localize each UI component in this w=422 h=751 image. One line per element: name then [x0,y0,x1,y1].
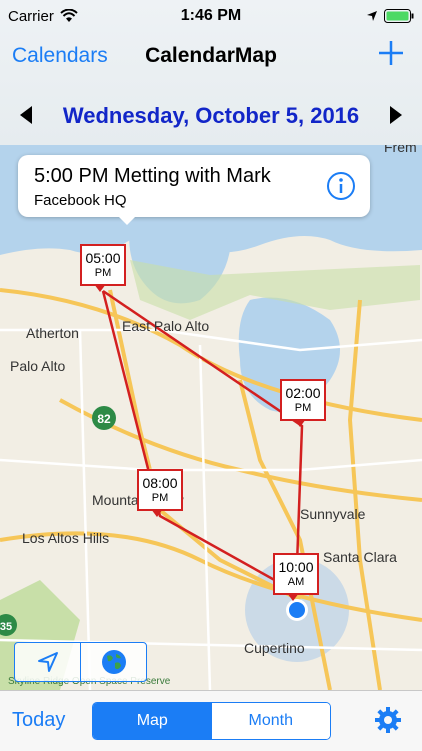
pin-ampm: PM [94,267,112,279]
today-button[interactable]: Today [12,709,65,732]
route-35-label: 35 [0,621,12,633]
view-segmented-control: Map Month [92,702,331,740]
segment-month[interactable]: Month [211,703,330,739]
locate-button[interactable] [15,643,80,681]
segment-map[interactable]: Map [93,703,212,739]
map-label-los-altos-hills: Los Altos Hills [22,530,109,546]
event-callout[interactable]: 5:00 PM Metting with Mark Facebook HQ [18,155,370,225]
navigation-arrow-icon [37,652,58,672]
map-label-santa-clara: Santa Clara [323,549,397,565]
map-controls [14,642,147,682]
current-location-marker [286,599,308,621]
event-pin[interactable]: 05:00 PM [80,244,126,292]
event-pin[interactable]: 08:00 PM [137,469,183,517]
pin-ampm: PM [151,492,169,504]
map-label-cupertino: Cupertino [244,640,305,656]
pin-time: 10:00 [278,559,314,575]
route-82-shield: 82 [92,406,116,430]
calendars-button[interactable]: Calendars [12,44,108,68]
map-label-sunnyvale: Sunnyvale [300,506,366,522]
pin-ampm: AM [287,576,305,588]
bottom-toolbar: Today Map Month [0,690,422,751]
navigation-bar: Calendars CalendarMap [0,32,422,80]
pin-time: 02:00 [285,385,321,401]
event-pin[interactable]: 02:00 PM [280,379,326,427]
add-icon[interactable] [376,38,406,68]
pin-time: 08:00 [142,475,178,491]
pin-time: 05:00 [85,250,121,266]
map-label-atherton: Atherton [26,325,79,341]
pin-ampm: PM [294,402,312,414]
previous-day-icon[interactable] [16,104,38,126]
callout-tail [118,216,136,225]
event-location: Facebook HQ [34,192,127,209]
map-label-east-palo-alto: East Palo Alto [122,318,209,334]
map-type-button[interactable] [80,643,146,681]
next-day-icon[interactable] [384,104,406,126]
map-label-fremont: Frem [384,145,417,155]
status-time: 1:46 PM [180,7,242,24]
globe-icon [101,650,126,674]
status-bar: Carrier 1:46 PM [0,0,422,32]
map-view[interactable]: Atherton East Palo Alto Palo Alto 82 Mou… [0,145,422,690]
event-pin[interactable]: 10:00 AM [273,553,319,601]
event-title: 5:00 PM Metting with Mark [34,165,271,187]
gear-icon[interactable] [374,706,402,734]
date-navigator: Wednesday, October 5, 2016 [0,92,422,140]
route-82-label: 82 [97,412,111,426]
date-label: Wednesday, October 5, 2016 [62,103,360,128]
info-icon[interactable] [326,171,356,201]
map-label-palo-alto: Palo Alto [10,358,65,374]
